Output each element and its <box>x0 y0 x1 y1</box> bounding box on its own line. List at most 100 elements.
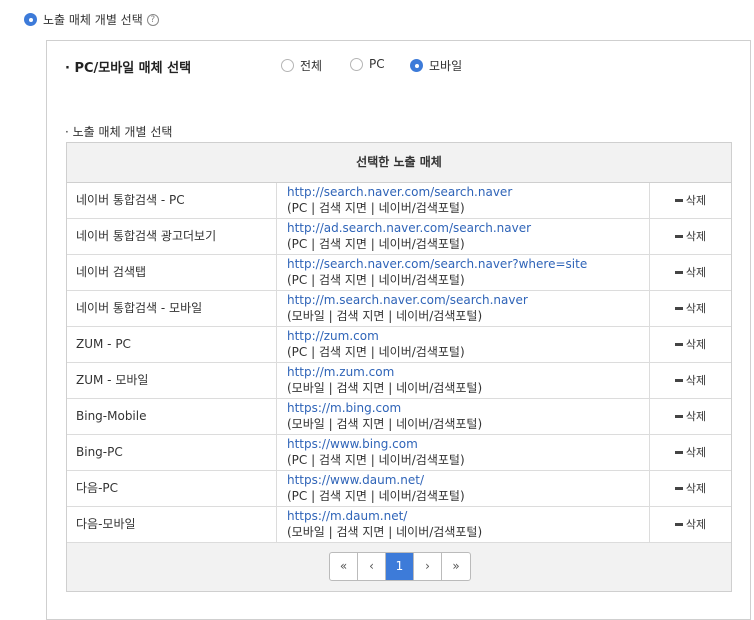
minus-icon <box>674 234 683 238</box>
media-url-link[interactable]: https://m.daum.net/ <box>287 508 649 524</box>
media-url-cell: https://m.daum.net/(모바일 | 검색 지면 | 네이버/검색… <box>277 507 650 542</box>
media-name: Bing-Mobile <box>67 399 277 434</box>
page-next-button[interactable]: › <box>414 553 442 580</box>
media-url-cell: http://search.naver.com/search.naver (PC … <box>277 183 650 218</box>
media-url-cell: http://m.search.naver.com/search.naver (모… <box>277 291 650 326</box>
minus-icon <box>674 522 683 526</box>
delete-label: 삭제 <box>685 302 707 315</box>
minus-icon <box>674 270 683 274</box>
radio-all[interactable] <box>281 59 294 72</box>
table-row: 다음-PC https://www.daum.net/(PC | 검색 지면 | … <box>67 471 731 507</box>
minus-icon <box>674 378 683 382</box>
media-url-cell: http://m.zum.com (모바일 | 검색 지면 | 네이버/검색포털) <box>277 363 650 398</box>
media-url-link[interactable]: https://www.bing.com <box>287 436 649 452</box>
media-option-mobile[interactable]: 모바일 <box>410 57 462 74</box>
media-url-link[interactable]: http://ad.search.naver.com/search.naver <box>287 220 649 236</box>
media-url-cell: http://ad.search.naver.com/search.naver(… <box>277 219 650 254</box>
delete-button[interactable]: 삭제 <box>650 255 731 290</box>
media-name: Bing-PC <box>67 435 277 470</box>
media-panel: · PC/모바일 매체 선택 전체 PC 모바일 · 노출 매체 개별 선택 선… <box>46 40 751 620</box>
individual-media-label: 노출 매체 개별 선택 <box>43 13 143 27</box>
page-first-button[interactable]: « <box>330 553 358 580</box>
delete-button[interactable]: 삭제 <box>650 327 731 362</box>
media-url-link[interactable]: http://m.search.naver.com/search.naver <box>287 292 649 308</box>
delete-label: 삭제 <box>685 266 707 279</box>
media-desc: (모바일 | 검색 지면 | 네이버/검색포털) <box>287 309 483 323</box>
minus-icon <box>674 306 683 310</box>
individual-media-radio[interactable] <box>24 13 37 26</box>
minus-icon <box>674 450 683 454</box>
media-desc: (PC | 검색 지면 | 네이버/검색포털) <box>287 237 465 251</box>
media-desc: (PC | 검색 지면 | 네이버/검색포털) <box>287 489 465 503</box>
radio-pc[interactable] <box>350 57 363 71</box>
minus-icon <box>674 342 683 346</box>
radio-mobile[interactable] <box>410 59 423 72</box>
individual-select-title: · 노출 매체 개별 선택 <box>65 125 173 139</box>
minus-icon <box>674 486 683 490</box>
media-name: 네이버 통합검색 - PC <box>67 183 277 218</box>
media-url-link[interactable]: https://www.daum.net/ <box>287 472 649 488</box>
media-name: ZUM - PC <box>67 327 277 362</box>
media-url-link[interactable]: https://m.bing.com <box>287 400 649 416</box>
table-row: 다음-모바일 https://m.daum.net/(모바일 | 검색 지면 | … <box>67 507 731 543</box>
delete-label: 삭제 <box>685 374 707 387</box>
table-row: 네이버 검색탭 http://search.naver.com/search.na… <box>67 255 731 291</box>
table-row: ZUM - 모바일 http://m.zum.com (모바일 | 검색 지면 | … <box>67 363 731 399</box>
media-url-cell: http://search.naver.com/search.naver?whe… <box>277 255 650 290</box>
media-name: 네이버 검색탭 <box>67 255 277 290</box>
page-current-button[interactable]: 1 <box>386 553 414 580</box>
delete-button[interactable]: 삭제 <box>650 507 731 542</box>
delete-label: 삭제 <box>685 482 707 495</box>
page-prev-button[interactable]: ‹ <box>358 553 386 580</box>
media-url-cell: https://www.daum.net/(PC | 검색 지면 | 네이버/검… <box>277 471 650 506</box>
table-row: 네이버 통합검색 - PC http://search.naver.com/sea… <box>67 183 731 219</box>
media-option-pc[interactable]: PC <box>350 57 385 71</box>
delete-label: 삭제 <box>685 338 707 351</box>
media-type-row: · PC/모바일 매체 선택 전체 PC 모바일 <box>65 57 745 77</box>
delete-button[interactable]: 삭제 <box>650 399 731 434</box>
delete-label: 삭제 <box>685 230 707 243</box>
media-desc: (PC | 검색 지면 | 네이버/검색포털) <box>287 345 465 359</box>
delete-button[interactable]: 삭제 <box>650 363 731 398</box>
media-url-link[interactable]: http://m.zum.com <box>287 364 649 380</box>
delete-button[interactable]: 삭제 <box>650 291 731 326</box>
individual-media-toggle[interactable]: 노출 매체 개별 선택 ? <box>24 11 159 28</box>
media-name: 다음-모바일 <box>67 507 277 542</box>
media-desc: (PC | 검색 지면 | 네이버/검색포털) <box>287 273 465 287</box>
pagination-area: « ‹ 1 › » <box>67 543 731 591</box>
media-desc: (모바일 | 검색 지면 | 네이버/검색포털) <box>287 417 483 431</box>
media-desc: (PC | 검색 지면 | 네이버/검색포털) <box>287 201 465 215</box>
media-desc: (모바일 | 검색 지면 | 네이버/검색포털) <box>287 525 483 539</box>
media-url-link[interactable]: http://zum.com <box>287 328 649 344</box>
media-name: 네이버 통합검색 - 모바일 <box>67 291 277 326</box>
media-url-cell: http://zum.com (PC | 검색 지면 | 네이버/검색포털) <box>277 327 650 362</box>
delete-label: 삭제 <box>685 194 707 207</box>
table-row: ZUM - PC http://zum.com (PC | 검색 지면 | 네이버/… <box>67 327 731 363</box>
table-header: 선택한 노출 매체 <box>67 143 731 183</box>
media-desc: (PC | 검색 지면 | 네이버/검색포털) <box>287 453 465 467</box>
media-name: ZUM - 모바일 <box>67 363 277 398</box>
media-option-all[interactable]: 전체 <box>281 57 322 74</box>
media-url-link[interactable]: http://search.naver.com/search.naver?whe… <box>287 256 649 272</box>
delete-button[interactable]: 삭제 <box>650 183 731 218</box>
delete-button[interactable]: 삭제 <box>650 219 731 254</box>
media-name: 다음-PC <box>67 471 277 506</box>
media-url-link[interactable]: http://search.naver.com/search.naver <box>287 184 649 200</box>
delete-label: 삭제 <box>685 410 707 423</box>
selected-media-table: 선택한 노출 매체 네이버 통합검색 - PC http://search.nav… <box>66 142 732 592</box>
table-row: Bing-Mobile https://m.bing.com (모바일 | 검색 지… <box>67 399 731 435</box>
delete-label: 삭제 <box>685 446 707 459</box>
media-type-title: · PC/모바일 매체 선택 <box>65 61 192 76</box>
table-row: Bing-PC https://www.bing.com (PC | 검색 지면 |… <box>67 435 731 471</box>
media-desc: (모바일 | 검색 지면 | 네이버/검색포털) <box>287 381 483 395</box>
delete-button[interactable]: 삭제 <box>650 435 731 470</box>
table-row: 네이버 통합검색 - 모바일 http://m.search.naver.com/… <box>67 291 731 327</box>
media-url-cell: https://www.bing.com (PC | 검색 지면 | 네이버/검색… <box>277 435 650 470</box>
page-last-button[interactable]: » <box>442 553 470 580</box>
delete-button[interactable]: 삭제 <box>650 471 731 506</box>
pagination: « ‹ 1 › » <box>329 552 471 581</box>
table-row: 네이버 통합검색 광고더보기 http://ad.search.naver.com… <box>67 219 731 255</box>
help-icon[interactable]: ? <box>146 13 159 26</box>
table-body: 네이버 통합검색 - PC http://search.naver.com/sea… <box>67 183 731 543</box>
media-name: 네이버 통합검색 광고더보기 <box>67 219 277 254</box>
